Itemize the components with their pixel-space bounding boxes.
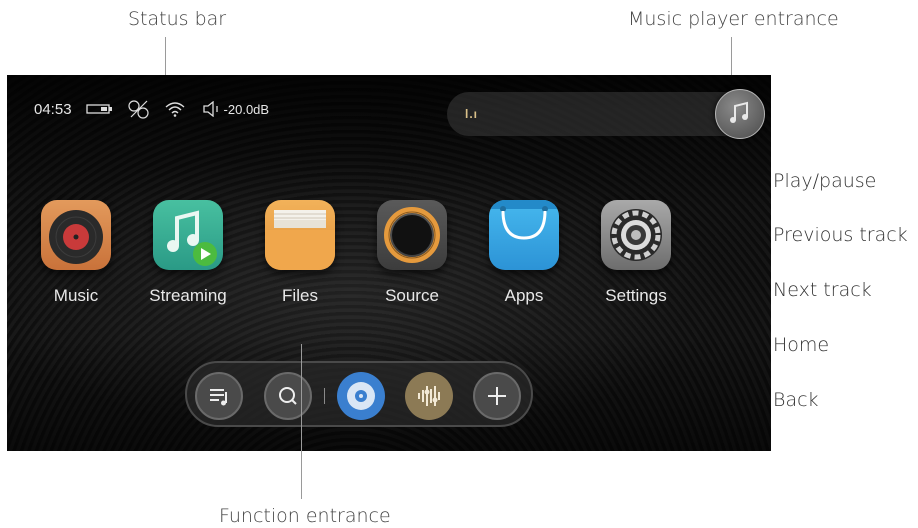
music-player-entrance[interactable]: l.ı [447, 89, 765, 139]
app-files[interactable]: Files [245, 200, 355, 306]
label-next-track: Next track [773, 279, 872, 301]
app-label: Settings [605, 286, 667, 305]
app-settings[interactable]: Settings [581, 200, 691, 306]
search-icon [279, 387, 297, 405]
app-label: Streaming [149, 286, 227, 305]
callout-status-bar: Status bar [128, 8, 227, 30]
app-streaming[interactable]: Streaming [133, 200, 243, 306]
equalizer-icon [418, 386, 440, 406]
app-label: Files [282, 286, 318, 305]
wifi-icon [164, 101, 186, 117]
gear-icon [601, 200, 671, 270]
add-icon [488, 387, 506, 405]
shopping-bag-icon [489, 200, 559, 270]
callout-function-entrance: Function entrance [219, 505, 391, 527]
usb-dac-icon [127, 99, 150, 119]
search-button[interactable] [264, 372, 312, 420]
app-label: Source [385, 286, 439, 305]
callout-music-player-entrance: Music player entrance [628, 8, 839, 30]
label-back: Back [773, 389, 819, 411]
add-button[interactable] [473, 372, 521, 420]
folder-icon [265, 200, 335, 270]
now-playing-bars: l.ı [465, 107, 479, 121]
music-note-icon [730, 101, 748, 123]
volume-icon [202, 101, 220, 117]
status-time: 04:53 [34, 100, 72, 118]
function-entrance-dock [185, 361, 533, 427]
volume-level: -20.0dB [223, 101, 270, 117]
label-home: Home [773, 334, 830, 356]
device-screen: 04:53 -20.0dB l.ı Music Streaming Files … [7, 75, 771, 451]
leader-line [301, 344, 302, 499]
label-previous-track: Previous track [773, 224, 908, 246]
label-play-pause: Play/pause [773, 170, 877, 192]
music-player-button[interactable] [715, 89, 765, 139]
app-apps[interactable]: Apps [469, 200, 579, 306]
cd-icon [347, 382, 375, 410]
divider [324, 388, 325, 404]
source-jack-icon [377, 200, 447, 270]
battery-icon [85, 103, 114, 115]
app-music[interactable]: Music [21, 200, 131, 306]
status-bar: 04:53 -20.0dB [34, 99, 269, 119]
vinyl-record-icon [41, 200, 111, 270]
app-label: Music [53, 286, 99, 305]
streaming-music-icon [153, 200, 223, 270]
app-label: Apps [504, 286, 544, 305]
equalizer-button[interactable] [405, 372, 453, 420]
playlist-icon [210, 389, 227, 406]
playlist-button[interactable] [195, 372, 243, 420]
cd-button[interactable] [337, 372, 385, 420]
app-source[interactable]: Source [357, 200, 467, 306]
